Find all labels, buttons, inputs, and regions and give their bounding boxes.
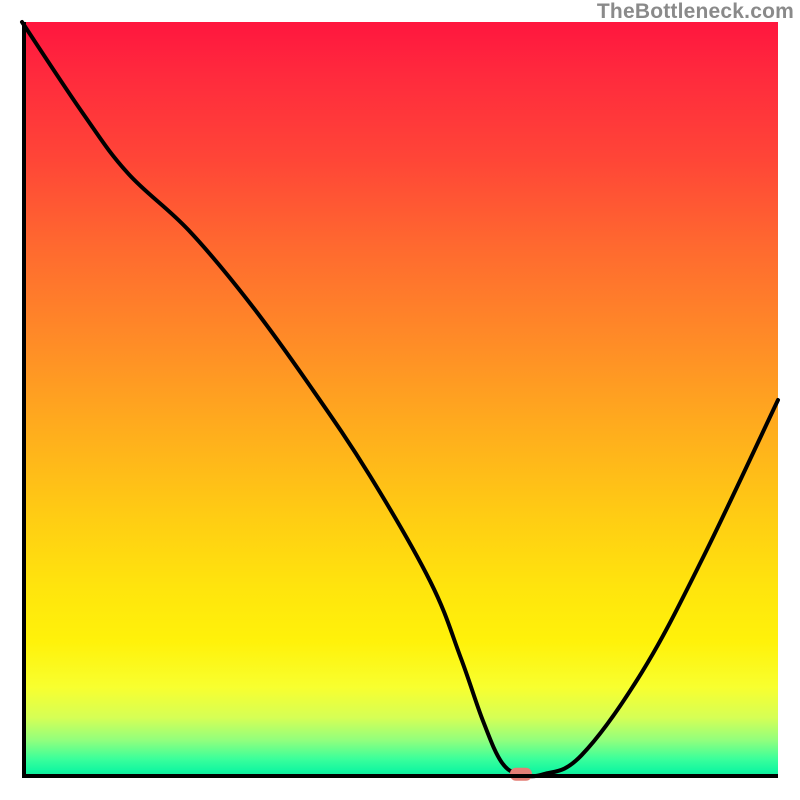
plot-area [22,22,778,778]
curve-svg [22,22,778,778]
watermark-text: TheBottleneck.com [597,0,794,24]
optimal-marker [510,768,532,781]
bottleneck-curve [22,22,778,776]
chart-container: TheBottleneck.com [0,0,800,800]
